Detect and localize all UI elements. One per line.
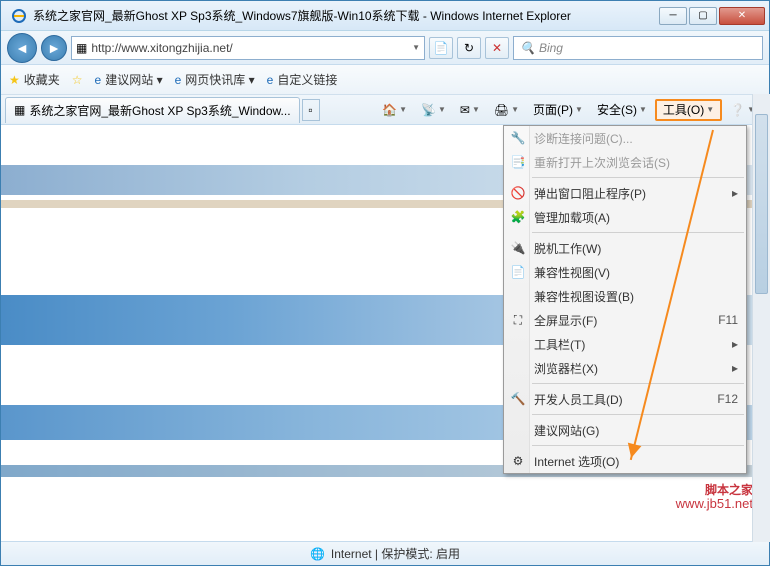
browser-tab[interactable]: ▦ 系统之家官网_最新Ghost XP Sp3系统_Window... bbox=[5, 97, 300, 123]
ie-icon: e bbox=[267, 73, 274, 87]
ie-icon: e bbox=[95, 73, 102, 87]
dropdown-icon[interactable]: ▼ bbox=[412, 43, 420, 52]
fav-link-feeds[interactable]: e网页快讯库 ▾ bbox=[175, 71, 255, 88]
tab-favicon-icon: ▦ bbox=[14, 103, 25, 117]
stop-button[interactable]: ✕ bbox=[485, 37, 509, 59]
page-content: 🔧诊断连接问题(C)... 📑重新打开上次浏览会话(S) 🚫弹出窗口阻止程序(P… bbox=[1, 125, 769, 541]
menu-compat-settings[interactable]: 兼容性视图设置(B) bbox=[504, 284, 746, 308]
home-button[interactable]: 🏠▼ bbox=[376, 99, 413, 121]
url-input[interactable]: ▦ http://www.xitongzhijia.net/ ▼ bbox=[71, 36, 425, 60]
compat-icon: 📄 bbox=[510, 265, 526, 279]
favorites-button[interactable]: ★收藏夹 bbox=[9, 71, 60, 88]
close-button[interactable]: ✕ bbox=[719, 7, 765, 25]
reopen-icon: 📑 bbox=[510, 155, 526, 169]
star-icon: ★ bbox=[9, 73, 20, 87]
menu-dev-tools[interactable]: 🔨开发人员工具(D)F12 bbox=[504, 387, 746, 411]
add-favorite-button[interactable]: ☆ bbox=[72, 73, 83, 87]
maximize-button[interactable]: ▢ bbox=[689, 7, 717, 25]
help-icon: ❔ bbox=[730, 103, 745, 117]
popup-icon: 🚫 bbox=[510, 186, 526, 200]
menu-fullscreen[interactable]: ⛶全屏显示(F)F11 bbox=[504, 308, 746, 332]
diagnose-icon: 🔧 bbox=[510, 131, 526, 145]
internet-zone-icon: 🌐 bbox=[310, 547, 325, 561]
back-button[interactable]: ◄ bbox=[7, 33, 37, 63]
forward-button[interactable]: ► bbox=[41, 35, 67, 61]
compat-button[interactable]: 📄 bbox=[429, 37, 453, 59]
status-bar: 🌐 Internet | 保护模式: 启用 bbox=[1, 541, 769, 565]
home-icon: 🏠 bbox=[382, 103, 397, 117]
print-icon: 🖨 bbox=[494, 103, 509, 117]
rss-icon: 📡 bbox=[421, 103, 436, 117]
star-add-icon: ☆ bbox=[72, 73, 83, 87]
search-icon: 🔍 bbox=[520, 41, 535, 55]
menu-reopen-session[interactable]: 📑重新打开上次浏览会话(S) bbox=[504, 150, 746, 174]
vertical-scrollbar[interactable] bbox=[752, 94, 770, 542]
status-text: Internet | 保护模式: 启用 bbox=[331, 545, 460, 562]
fav-link-suggest[interactable]: e建议网站 ▾ bbox=[95, 71, 163, 88]
menu-work-offline[interactable]: 🔌脱机工作(W) bbox=[504, 236, 746, 260]
tools-dropdown-menu: 🔧诊断连接问题(C)... 📑重新打开上次浏览会话(S) 🚫弹出窗口阻止程序(P… bbox=[503, 125, 747, 474]
favorites-bar: ★收藏夹 ☆ e建议网站 ▾ e网页快讯库 ▾ e自定义链接 bbox=[1, 65, 769, 95]
window-title: 系统之家官网_最新Ghost XP Sp3系统_Windows7旗舰版-Win1… bbox=[33, 7, 659, 24]
menu-compat-view[interactable]: 📄兼容性视图(V) bbox=[504, 260, 746, 284]
new-tab-button[interactable]: ▫ bbox=[302, 99, 320, 121]
address-bar: ◄ ► ▦ http://www.xitongzhijia.net/ ▼ 📄 ↻… bbox=[1, 31, 769, 65]
menu-diagnose[interactable]: 🔧诊断连接问题(C)... bbox=[504, 126, 746, 150]
ie-icon: e bbox=[175, 73, 182, 87]
addons-icon: 🧩 bbox=[510, 210, 526, 224]
url-text: http://www.xitongzhijia.net/ bbox=[91, 41, 408, 55]
menu-internet-options[interactable]: ⚙Internet 选项(O) bbox=[504, 449, 746, 473]
watermark: 脚本之家 www.jb51.net bbox=[676, 484, 753, 511]
tab-title: 系统之家官网_最新Ghost XP Sp3系统_Window... bbox=[29, 102, 290, 119]
fullscreen-icon: ⛶ bbox=[510, 313, 526, 328]
ie-logo-icon bbox=[11, 8, 27, 24]
menu-manage-addons[interactable]: 🧩管理加载项(A) bbox=[504, 205, 746, 229]
mail-button[interactable]: ✉▼ bbox=[454, 99, 486, 121]
options-icon: ⚙ bbox=[510, 454, 526, 468]
menu-explorer-bars[interactable]: 浏览器栏(X)▸ bbox=[504, 356, 746, 380]
scroll-thumb[interactable] bbox=[755, 114, 768, 294]
refresh-button[interactable]: ↻ bbox=[457, 37, 481, 59]
tools-menu-button[interactable]: 工具(O)▼ bbox=[655, 99, 722, 121]
tab-bar: ▦ 系统之家官网_最新Ghost XP Sp3系统_Window... ▫ 🏠▼… bbox=[1, 95, 769, 125]
page-menu-button[interactable]: 页面(P)▼ bbox=[527, 99, 589, 121]
offline-icon: 🔌 bbox=[510, 241, 526, 255]
page-favicon-icon: ▦ bbox=[76, 41, 87, 55]
titlebar: 系统之家官网_最新Ghost XP Sp3系统_Windows7旗舰版-Win1… bbox=[1, 1, 769, 31]
search-placeholder: Bing bbox=[539, 41, 563, 55]
safety-menu-button[interactable]: 安全(S)▼ bbox=[591, 99, 653, 121]
menu-toolbars[interactable]: 工具栏(T)▸ bbox=[504, 332, 746, 356]
print-button[interactable]: 🖨▼ bbox=[488, 99, 525, 121]
fav-link-custom[interactable]: e自定义链接 bbox=[267, 71, 338, 88]
mail-icon: ✉ bbox=[460, 103, 470, 117]
minimize-button[interactable]: ─ bbox=[659, 7, 687, 25]
menu-popup-blocker[interactable]: 🚫弹出窗口阻止程序(P)▸ bbox=[504, 181, 746, 205]
devtools-icon: 🔨 bbox=[510, 392, 526, 406]
search-input[interactable]: 🔍 Bing bbox=[513, 36, 763, 60]
feeds-button[interactable]: 📡▼ bbox=[415, 99, 452, 121]
menu-suggested-sites[interactable]: 建议网站(G) bbox=[504, 418, 746, 442]
